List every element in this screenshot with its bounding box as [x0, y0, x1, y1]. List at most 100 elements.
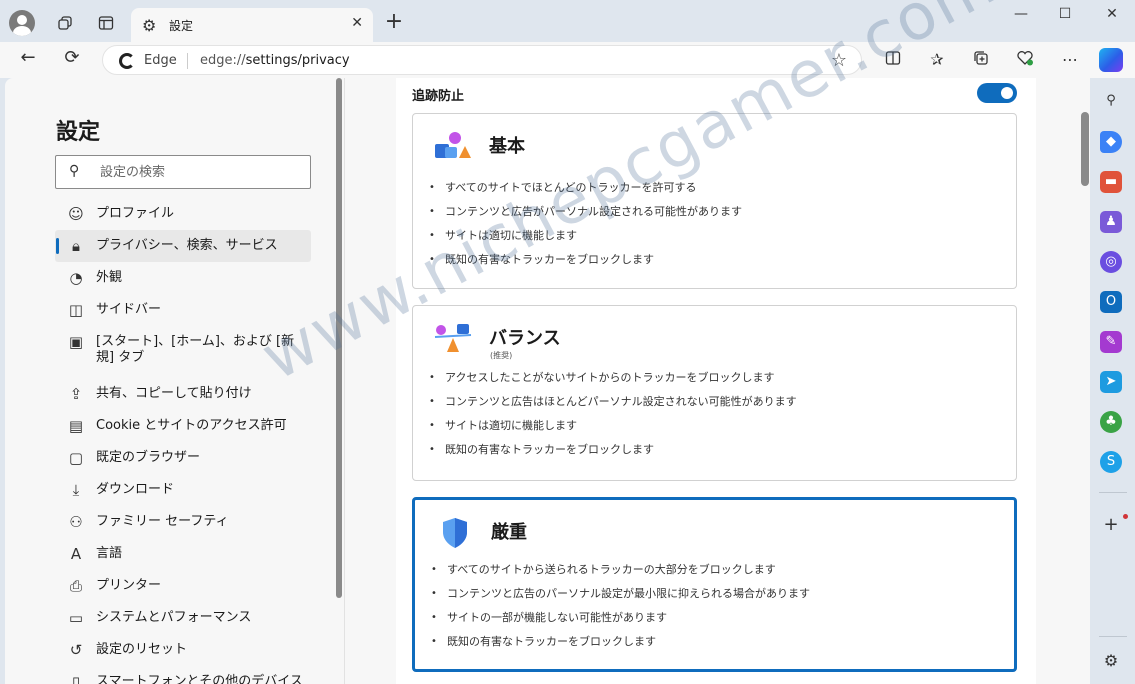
address-bar[interactable]: Edge edge://settings/privacy ☆ [102, 45, 862, 75]
favorites-icon[interactable]: ✰ [925, 50, 949, 69]
sidebar-item-label: スマートフォンとその他のデバイス [96, 674, 303, 684]
download-icon: ⤓ [72, 481, 80, 499]
option-bullet: 既知の有害なトラッカーをブロックします [429, 248, 742, 272]
family-icon: ⚇ [69, 513, 83, 531]
search-icon: ⚲ [69, 163, 80, 179]
browser-essentials-icon[interactable] [1013, 50, 1037, 70]
favorite-star-icon[interactable]: ☆ [831, 50, 847, 71]
sidebar-item-sidebar[interactable]: ◫ サイドバー [55, 294, 311, 326]
sidebar-item-label: ダウンロード [96, 482, 175, 497]
option-subtitle: (推奨) [490, 351, 513, 360]
copilot-icon[interactable] [1099, 48, 1123, 72]
palette-icon: ◔ [69, 269, 83, 287]
printer-icon: ⎙ [69, 577, 82, 595]
vertical-tabs-icon[interactable] [91, 8, 121, 38]
sidebar-item-cookies[interactable]: ▤ Cookie とサイトのアクセス許可 [55, 410, 311, 442]
maximize-button[interactable]: ☐ [1045, 6, 1085, 22]
designer-icon[interactable]: ✎ [1100, 331, 1122, 353]
games-icon[interactable]: ♟ [1100, 211, 1122, 233]
close-window-button[interactable]: ✕ [1092, 6, 1132, 22]
shopping-tag-icon[interactable]: ◆ [1100, 131, 1122, 153]
sidebar-item-printers[interactable]: ⎙ プリンター [55, 570, 311, 602]
toolbar: ← ⟳ Edge edge://settings/privacy ☆ ✰ ⋯ [0, 42, 1135, 78]
tab-settings[interactable]: ⚙ 設定 ✕ [131, 8, 373, 42]
tools-icon[interactable]: ▬ [1100, 171, 1122, 193]
tab-title: 設定 [169, 19, 194, 33]
minimize-button[interactable]: — [1001, 6, 1041, 22]
search-input[interactable] [100, 162, 300, 182]
telegram-icon[interactable]: ➤ [1100, 371, 1122, 393]
close-tab-icon[interactable]: ✕ [351, 15, 363, 31]
basic-shapes-icon [435, 132, 471, 158]
sidebar-item-downloads[interactable]: ⤓ ダウンロード [55, 474, 311, 506]
more-options-icon[interactable]: ⋯ [1058, 50, 1082, 69]
option-bullet: コンテンツと広告のパーソナル設定が最小限に抑えられる場合があります [431, 582, 810, 606]
split-screen-icon[interactable] [881, 50, 905, 70]
sidebar-item-family-safety[interactable]: ⚇ ファミリー セーフティ [55, 506, 311, 538]
tracking-option-balanced[interactable]: バランス (推奨) アクセスしたことがないサイトからのトラッカーをブロックします… [412, 305, 1017, 481]
search-icon[interactable]: ⚲ [1100, 90, 1122, 112]
sidebar-settings-icon[interactable]: ⚙ [1100, 650, 1122, 672]
browser-icon: ▢ [68, 449, 84, 467]
new-tab-button[interactable]: + [381, 9, 407, 34]
sidebar-item-phone-devices[interactable]: ▯ スマートフォンとその他のデバイス [55, 666, 311, 684]
settings-sidebar: 設定 ⚲ ☺ プロファイル 🔒︎ プライバシー、検索、サービス ◔ 外観 ◫ サ… [5, 78, 344, 684]
option-bullet: すべてのサイトから送られるトラッカーの大部分をブロックします [431, 558, 810, 582]
home-tab-icon: ▣ [68, 333, 84, 351]
lock-icon: 🔒︎ [72, 237, 80, 255]
address-separator [187, 53, 188, 69]
profile-icon: ☺ [68, 205, 84, 223]
sidebar-item-privacy[interactable]: 🔒︎ プライバシー、検索、サービス [55, 230, 311, 262]
notification-dot [1123, 514, 1128, 519]
balanced-scale-icon [434, 324, 472, 352]
workspaces-icon[interactable] [50, 8, 80, 38]
back-button[interactable]: ← [14, 47, 42, 73]
sidebar-item-label: ファミリー セーフティ [96, 514, 229, 529]
sidebar-item-appearance[interactable]: ◔ 外観 [55, 262, 311, 294]
settings-content: 追跡防止 基本 すべてのサイトでほとんどのトラッカーを許可する コンテンツと広告… [344, 78, 1090, 684]
share-icon: ⇪ [69, 385, 83, 403]
collections-icon[interactable] [969, 50, 993, 70]
option-title: バランス [489, 328, 561, 349]
gear-icon: ⚙ [142, 16, 157, 35]
sidebar-separator [1099, 492, 1127, 493]
add-sidebar-app-icon[interactable]: + [1100, 514, 1122, 536]
option-title: 厳重 [491, 522, 527, 543]
sidebar-item-label: 設定のリセット [96, 642, 188, 657]
sidebar-item-label: サイドバー [96, 302, 162, 317]
profile-avatar[interactable] [9, 10, 35, 36]
option-bullet: アクセスしたことがないサイトからのトラッカーをブロックします [429, 366, 797, 390]
option-bullet: コンテンツと広告がパーソナル設定される可能性があります [429, 200, 742, 224]
tree-icon[interactable]: ♣ [1100, 411, 1122, 433]
content-scrollbar[interactable] [1081, 112, 1089, 186]
edge-sidebar: ⚲ ◆ ▬ ♟ ◎ O ✎ ➤ ♣ S + ⚙ [1090, 78, 1135, 684]
sidebar-scrollbar[interactable] [336, 78, 342, 598]
sidebar-item-profile[interactable]: ☺ プロファイル [55, 198, 311, 230]
refresh-button[interactable]: ⟳ [58, 47, 86, 73]
sidebar-item-start-home-newtab[interactable]: ▣ [スタート]、[ホーム]、および [新規] タブ [55, 326, 311, 374]
option-title: 基本 [489, 136, 525, 157]
system-icon: ▭ [68, 609, 84, 627]
sidebar-item-languages[interactable]: A 言語 [55, 538, 311, 570]
sidebar-item-system[interactable]: ▭ システムとパフォーマンス [55, 602, 311, 634]
option-bullets: すべてのサイトから送られるトラッカーの大部分をブロックします コンテンツと広告の… [431, 558, 810, 654]
url-text: edge://settings/privacy [200, 53, 350, 68]
shield-icon [443, 518, 467, 548]
sidebar-item-label: 共有、コピーして貼り付け [96, 386, 252, 401]
settings-search[interactable]: ⚲ [55, 155, 311, 189]
sidebar-item-default-browser[interactable]: ▢ 既定のブラウザー [55, 442, 311, 474]
tracking-option-strict[interactable]: 厳重 すべてのサイトから送られるトラッカーの大部分をブロックします コンテンツと… [412, 497, 1017, 672]
language-icon: A [70, 545, 82, 563]
tracking-prevention-panel: 追跡防止 基本 すべてのサイトでほとんどのトラッカーを許可する コンテンツと広告… [396, 78, 1036, 684]
sidebar-item-label: 既定のブラウザー [96, 450, 201, 465]
microsoft365-icon[interactable]: ◎ [1100, 251, 1122, 273]
option-bullet: 既知の有害なトラッカーをブロックします [431, 630, 810, 654]
site-label: Edge [144, 53, 177, 68]
tracking-prevention-toggle[interactable] [977, 83, 1017, 103]
option-bullet: すべてのサイトでほとんどのトラッカーを許可する [429, 176, 742, 200]
sidebar-item-share-copy[interactable]: ⇪ 共有、コピーして貼り付け [55, 378, 311, 410]
skype-icon[interactable]: S [1100, 451, 1122, 473]
sidebar-item-reset[interactable]: ↺ 設定のリセット [55, 634, 311, 666]
tracking-option-basic[interactable]: 基本 すべてのサイトでほとんどのトラッカーを許可する コンテンツと広告がパーソナ… [412, 113, 1017, 289]
outlook-icon[interactable]: O [1100, 291, 1122, 313]
